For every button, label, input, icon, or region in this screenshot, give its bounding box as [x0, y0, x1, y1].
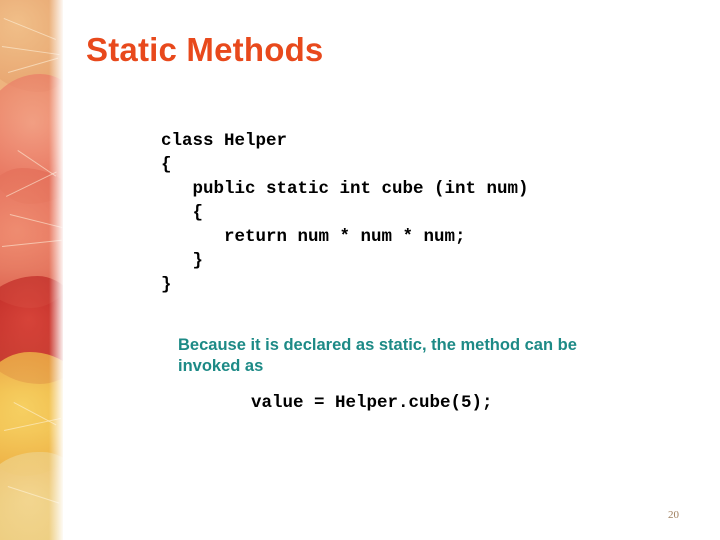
explanatory-note: Because it is declared as static, the me… [178, 336, 577, 375]
autumn-leaves-decoration [0, 0, 63, 540]
page-title: Static Methods [86, 31, 324, 68]
slide: Static Methods class Helper { public sta… [0, 0, 720, 540]
invocation-code: value = Helper.cube(5); [251, 393, 493, 413]
leaf-edge-fade [49, 0, 63, 540]
code-block: class Helper { public static int cube (i… [161, 130, 529, 295]
page-number: 20 [668, 509, 679, 521]
